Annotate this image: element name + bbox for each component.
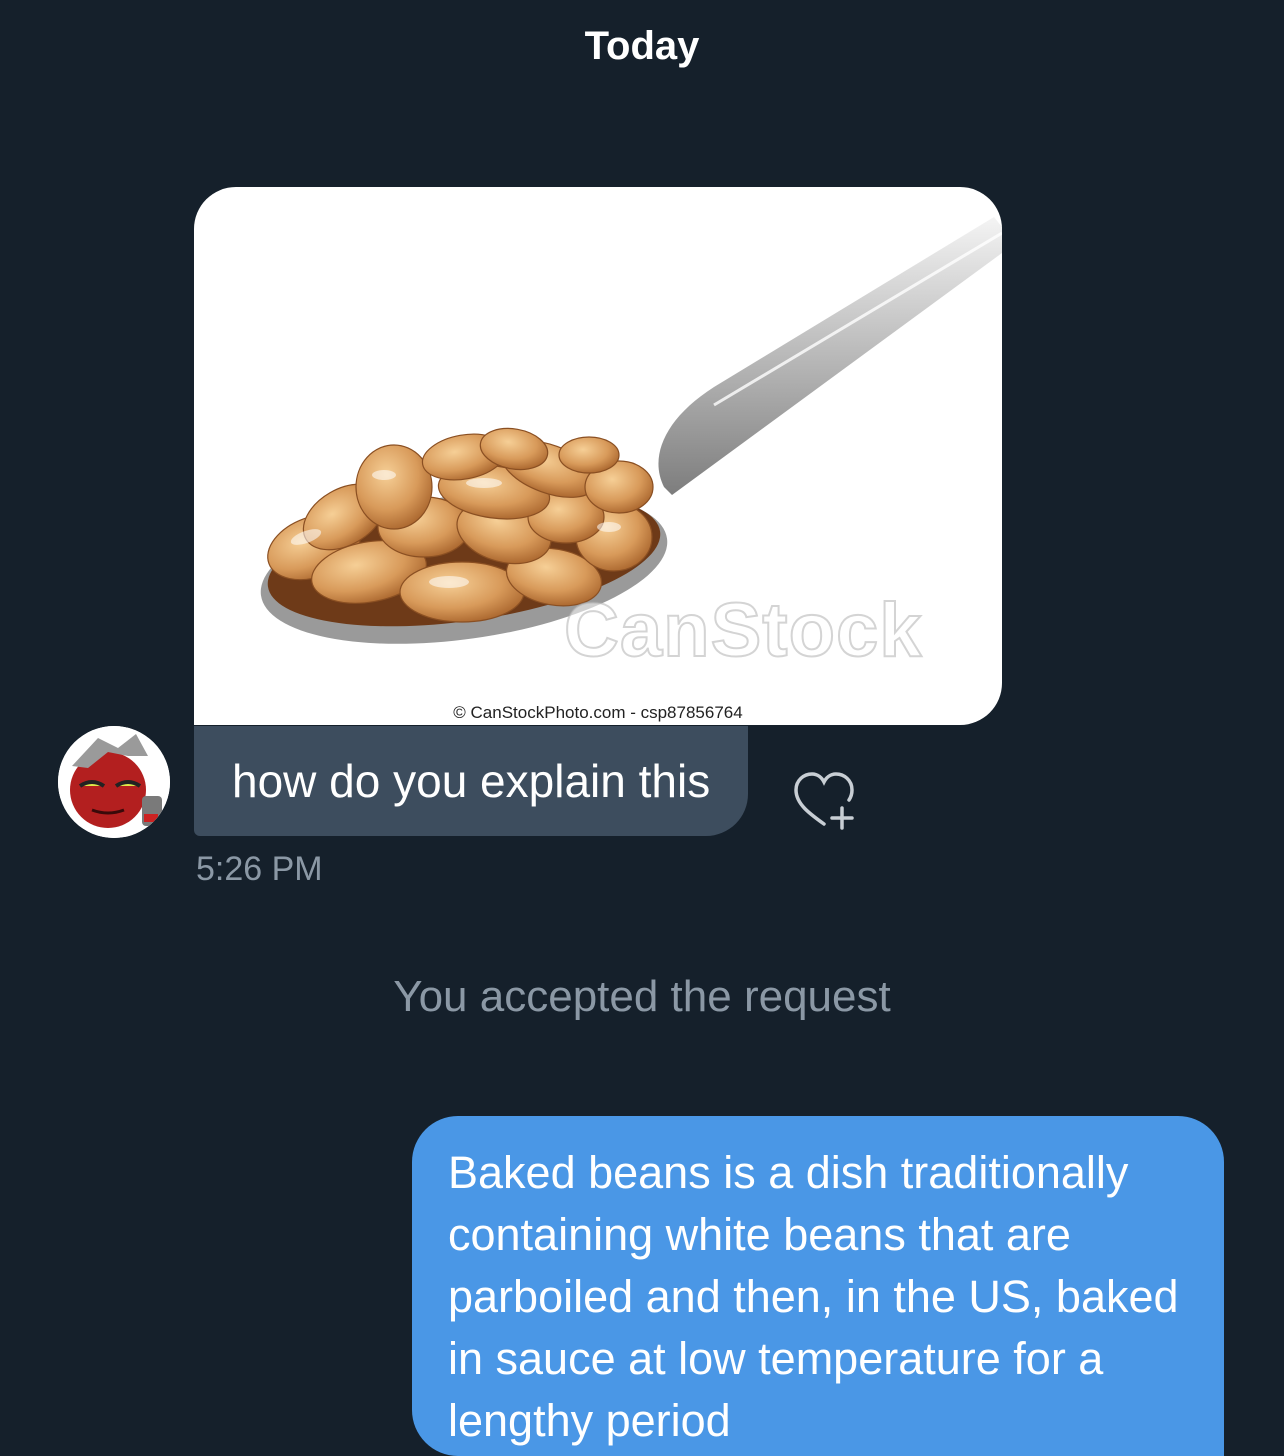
incoming-message-bubble[interactable]: how do you explain this [194,726,749,836]
request-accepted-notice: You accepted the request [393,972,891,1021]
sender-avatar[interactable] [58,726,170,838]
message-timestamp: 5:26 PM [196,850,323,888]
add-reaction-button[interactable] [790,768,862,832]
outgoing-message-text: Baked beans is a dish traditionally cont… [448,1147,1179,1446]
image-attachment[interactable]: CanStock © CanStockPhoto.com - csp878567… [194,187,1002,725]
day-separator: Today [584,24,700,68]
incoming-message-text: how do you explain this [232,755,711,807]
image-watermark: CanStock [563,587,923,674]
heart-plus-icon [794,772,854,830]
outgoing-message-bubble[interactable]: Baked beans is a dish traditionally cont… [412,1116,1224,1456]
image-credit: © CanStockPhoto.com - csp87856764 [453,703,743,722]
avatar-image [58,726,170,838]
